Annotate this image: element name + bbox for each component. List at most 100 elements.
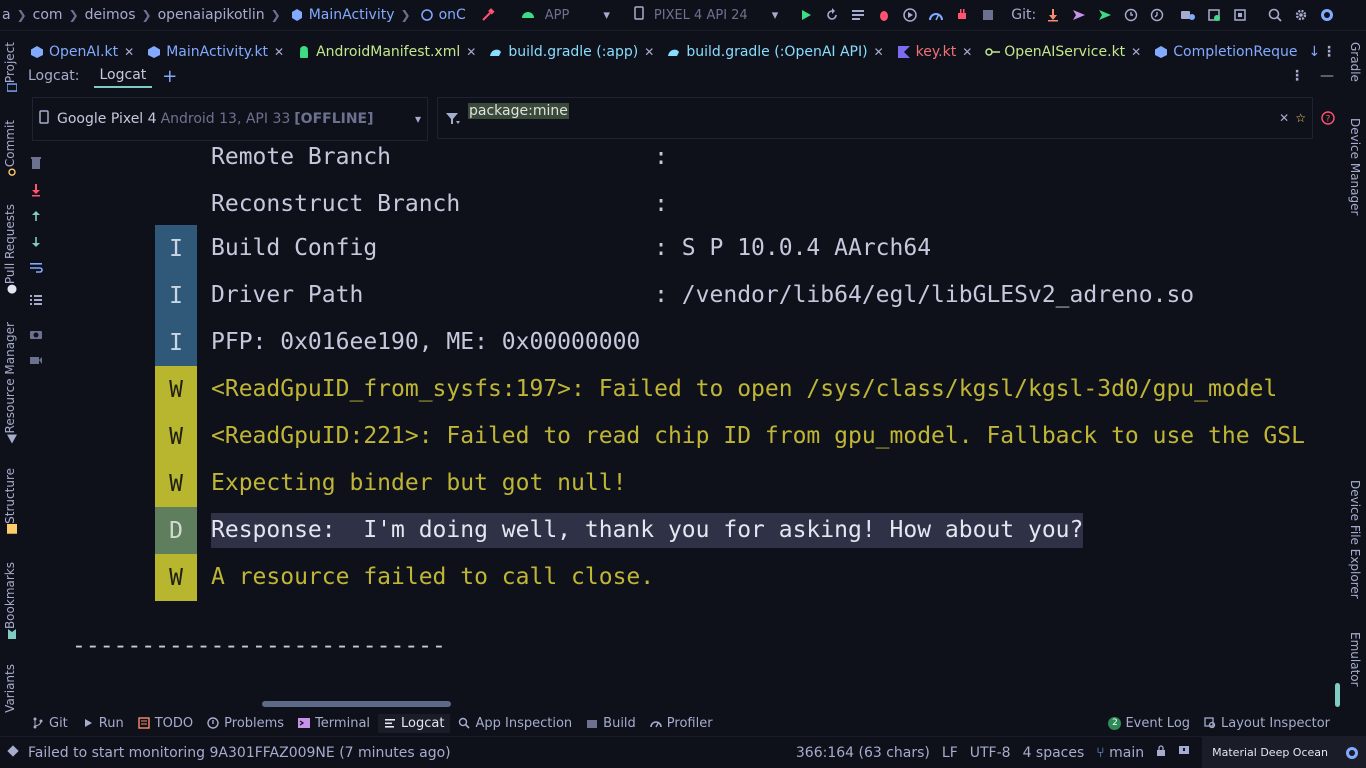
- scroll-to-end-icon[interactable]: [28, 182, 44, 198]
- breadcrumb-item[interactable]: openaiapikotlin: [156, 7, 267, 23]
- caret-position[interactable]: 366:164 (63 chars): [796, 745, 930, 761]
- settings-icon[interactable]: [1293, 7, 1309, 23]
- stop-icon[interactable]: [980, 7, 996, 23]
- more-icon[interactable]: ⋮: [1322, 44, 1340, 60]
- sidebar-item-resource-manager[interactable]: Resource Manager: [3, 322, 17, 447]
- sidebar-item-device-manager[interactable]: Device Manager: [1348, 118, 1362, 215]
- git-commit-icon[interactable]: [1071, 7, 1087, 23]
- sidebar-item-emulator[interactable]: Emulator: [1348, 632, 1362, 687]
- apply-changes-icon[interactable]: [824, 7, 840, 23]
- list-icon[interactable]: [850, 7, 866, 23]
- status-message[interactable]: Failed to start monitoring 9A301FFAZ009N…: [28, 745, 451, 761]
- breadcrumb-item[interactable]: MainActivity: [307, 7, 397, 23]
- logcat-output[interactable]: Remote Branch : Reconstruct Branch : I B…: [56, 140, 1336, 700]
- sidebar-item-device-file-explorer[interactable]: Device File Explorer: [1348, 480, 1362, 599]
- sidebar-item-structure[interactable]: Structure: [3, 468, 17, 538]
- git-branch[interactable]: ⑂ main: [1096, 745, 1144, 761]
- tool-build[interactable]: Build: [586, 716, 636, 731]
- tab-build-gradle-app[interactable]: build.gradle (:app) ✕: [483, 40, 661, 64]
- status-warning-icon[interactable]: [6, 744, 20, 762]
- git-push-icon[interactable]: [1097, 7, 1113, 23]
- format-icon[interactable]: [28, 292, 44, 308]
- notification-icon[interactable]: [1178, 745, 1190, 761]
- sidebar-item-project[interactable]: Project: [3, 42, 18, 97]
- tab-openaiservice-kt[interactable]: OpenAIService.kt ✕: [979, 40, 1148, 64]
- tool-run[interactable]: Run: [82, 716, 124, 731]
- close-icon[interactable]: ✕: [874, 45, 884, 59]
- close-icon[interactable]: ✕: [466, 45, 476, 59]
- file-encoding[interactable]: UTF-8: [970, 745, 1011, 761]
- sync-gradle-icon[interactable]: [1206, 7, 1222, 23]
- device-select[interactable]: PIXEL 4 API 24 ▾: [628, 4, 784, 26]
- filter-field[interactable]: package:mine ✕ ☆: [437, 97, 1313, 139]
- tab-android-manifest[interactable]: AndroidManifest.xml ✕: [291, 40, 483, 64]
- tool-git[interactable]: Git: [32, 716, 68, 731]
- arrow-up-icon[interactable]: [28, 208, 44, 224]
- tool-terminal[interactable]: Terminal: [298, 716, 370, 731]
- device-manager-icon[interactable]: [1180, 7, 1196, 23]
- ide-logo-icon[interactable]: [1319, 7, 1335, 23]
- sdk-manager-icon[interactable]: [1232, 7, 1248, 23]
- clear-filter-icon[interactable]: ✕: [1279, 111, 1289, 125]
- rollback-icon[interactable]: [1149, 7, 1165, 23]
- line-separator[interactable]: LF: [942, 745, 958, 761]
- history-icon[interactable]: [1123, 7, 1139, 23]
- run-config-select[interactable]: APP ▾: [515, 4, 616, 26]
- screen-record-icon[interactable]: [28, 352, 44, 368]
- close-icon[interactable]: ✕: [274, 45, 284, 59]
- tab-openai-kt[interactable]: OpenAI.kt ✕: [24, 40, 141, 64]
- camera-icon[interactable]: [28, 326, 44, 342]
- theme-indicator[interactable]: Material Deep Ocean: [1202, 736, 1338, 768]
- breadcrumb-item[interactable]: deimos: [83, 7, 138, 23]
- breadcrumb-item[interactable]: a: [0, 7, 13, 23]
- close-icon[interactable]: ✕: [124, 45, 134, 59]
- arrow-down-icon[interactable]: ↓: [1309, 44, 1321, 60]
- sidebar-item-commit[interactable]: Commit: [3, 120, 17, 181]
- attach-debugger-icon[interactable]: [954, 7, 970, 23]
- filter-query[interactable]: package:mine: [468, 103, 569, 119]
- breadcrumb-item[interactable]: onC: [437, 7, 468, 23]
- help-icon[interactable]: ?: [1321, 111, 1337, 127]
- clear-logcat-icon[interactable]: [28, 155, 44, 171]
- search-icon[interactable]: [1267, 7, 1283, 23]
- sidebar-item-bookmarks[interactable]: Bookmarks: [3, 562, 17, 643]
- tool-logcat[interactable]: Logcat: [378, 713, 451, 733]
- tool-event-log[interactable]: 2 Event Log: [1108, 716, 1190, 731]
- close-icon[interactable]: ✕: [644, 45, 654, 59]
- more-icon[interactable]: ⋮: [1290, 68, 1304, 84]
- tab-mainactivity-kt[interactable]: MainActivity.kt ✕: [141, 40, 291, 64]
- tool-profiler[interactable]: Profiler: [649, 716, 713, 731]
- tab-key-kt[interactable]: key.kt ✕: [891, 40, 980, 64]
- sidebar-item-gradle[interactable]: Gradle: [1348, 42, 1362, 82]
- minimize-icon[interactable]: —: [1320, 68, 1334, 84]
- tool-layout-inspector[interactable]: Layout Inspector: [1204, 716, 1330, 731]
- tab-completion-request[interactable]: CompletionReque: [1148, 40, 1304, 64]
- lock-icon[interactable]: [1156, 744, 1166, 761]
- phone-icon: [634, 6, 644, 24]
- run-icon[interactable]: [798, 7, 814, 23]
- favorite-icon[interactable]: ☆: [1295, 111, 1306, 125]
- profiler-icon[interactable]: [928, 7, 944, 23]
- close-icon[interactable]: ✕: [1131, 45, 1141, 59]
- tab-build-gradle-openai[interactable]: build.gradle (:OpenAI API) ✕: [661, 40, 890, 64]
- tool-problems[interactable]: Problems: [207, 716, 284, 731]
- arrow-down-icon[interactable]: [28, 234, 44, 250]
- debug-icon[interactable]: [876, 7, 892, 23]
- theme-logo-icon[interactable]: [1338, 736, 1366, 768]
- indent-setting[interactable]: 4 spaces: [1023, 745, 1085, 761]
- coverage-icon[interactable]: [902, 7, 918, 23]
- tool-app-inspection[interactable]: App Inspection: [458, 716, 572, 731]
- close-icon[interactable]: ✕: [962, 45, 972, 59]
- soft-wrap-icon[interactable]: [28, 260, 44, 276]
- add-tab-button[interactable]: +: [162, 66, 177, 87]
- tab-logcat[interactable]: Logcat: [93, 64, 153, 88]
- hammer-icon[interactable]: [480, 7, 496, 23]
- sidebar-item-variants[interactable]: Variants: [3, 664, 17, 713]
- device-selector[interactable]: Google Pixel 4 Android 13, API 33 [OFFLI…: [32, 97, 428, 141]
- breadcrumb-item[interactable]: com: [31, 7, 65, 23]
- sidebar-item-pull-requests[interactable]: Pull Requests: [3, 204, 17, 298]
- git-update-icon[interactable]: [1045, 7, 1061, 23]
- vertical-scrollbar[interactable]: [1335, 683, 1340, 707]
- horizontal-scrollbar[interactable]: [262, 701, 451, 707]
- tool-todo[interactable]: TODO: [138, 716, 193, 731]
